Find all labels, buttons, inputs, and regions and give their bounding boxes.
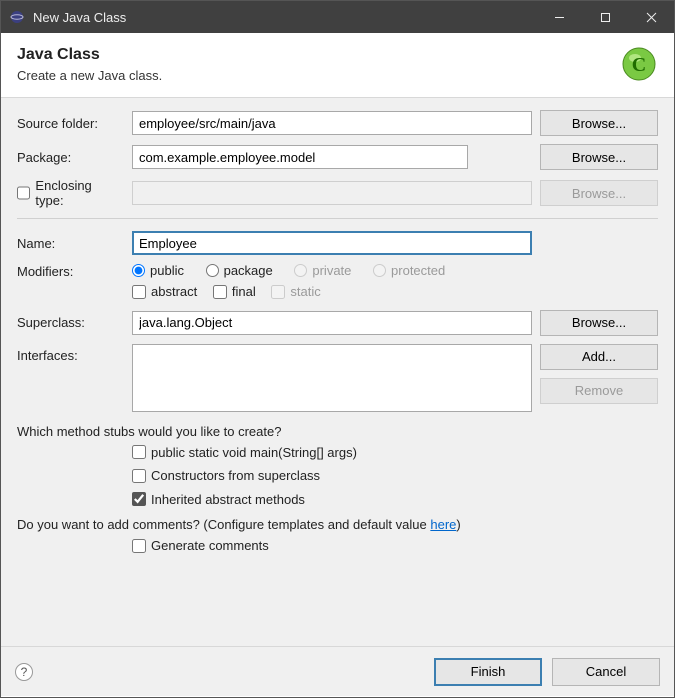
interfaces-listbox[interactable] [132, 344, 532, 412]
page-title: Java Class [17, 46, 620, 64]
stub-inherited-checkbox[interactable]: Inherited abstract methods [132, 492, 305, 507]
superclass-label: Superclass: [17, 315, 132, 330]
source-folder-browse-button[interactable]: Browse... [540, 110, 658, 136]
stub-main-checkbox[interactable]: public static void main(String[] args) [132, 445, 357, 460]
package-input[interactable] [132, 145, 468, 169]
window-close-button[interactable] [628, 1, 674, 33]
enclosing-type-label: Enclosing type: [35, 178, 120, 208]
package-label: Package: [17, 150, 132, 165]
modifier-final-checkbox[interactable]: final [213, 284, 256, 299]
java-class-icon: C [620, 45, 658, 83]
wizard-content: Source folder: Browse... Package: Browse… [1, 98, 674, 646]
interfaces-remove-button: Remove [540, 378, 658, 404]
source-folder-input[interactable] [132, 111, 532, 135]
superclass-input[interactable] [132, 311, 532, 335]
comments-question: Do you want to add comments? (Configure … [17, 517, 658, 532]
modifiers-label: Modifiers: [17, 264, 132, 279]
finish-button[interactable]: Finish [434, 658, 542, 686]
enclosing-type-checkbox[interactable]: Enclosing type: [17, 178, 120, 208]
titlebar: New Java Class [1, 1, 674, 33]
wizard-header: Java Class Create a new Java class. C [1, 33, 674, 98]
eclipse-icon [9, 9, 25, 25]
divider [17, 218, 658, 219]
name-input[interactable] [132, 231, 532, 255]
interfaces-add-button[interactable]: Add... [540, 344, 658, 370]
modifier-package-radio[interactable]: package [206, 263, 273, 278]
cancel-button[interactable]: Cancel [552, 658, 660, 686]
wizard-footer: ? Finish Cancel [1, 646, 674, 696]
modifier-protected-radio: protected [373, 263, 445, 278]
page-subtitle: Create a new Java class. [17, 68, 620, 83]
modifier-abstract-checkbox[interactable]: abstract [132, 284, 197, 299]
modifier-private-radio: private [294, 263, 351, 278]
interfaces-label: Interfaces: [17, 344, 132, 363]
modifier-public-radio[interactable]: public [132, 263, 184, 278]
modifier-static-checkbox: static [271, 284, 320, 299]
window-maximize-button[interactable] [582, 1, 628, 33]
superclass-browse-button[interactable]: Browse... [540, 310, 658, 336]
name-label: Name: [17, 236, 132, 251]
enclosing-type-browse-button: Browse... [540, 180, 658, 206]
svg-text:C: C [632, 54, 646, 76]
method-stubs-question: Which method stubs would you like to cre… [17, 424, 658, 439]
stub-constructors-checkbox[interactable]: Constructors from superclass [132, 468, 320, 483]
help-icon[interactable]: ? [15, 663, 33, 681]
window-minimize-button[interactable] [536, 1, 582, 33]
window-title: New Java Class [33, 10, 536, 25]
generate-comments-checkbox[interactable]: Generate comments [132, 538, 269, 553]
enclosing-type-input [132, 181, 532, 205]
configure-here-link[interactable]: here [430, 517, 456, 532]
package-browse-button[interactable]: Browse... [540, 144, 658, 170]
source-folder-label: Source folder: [17, 116, 132, 131]
